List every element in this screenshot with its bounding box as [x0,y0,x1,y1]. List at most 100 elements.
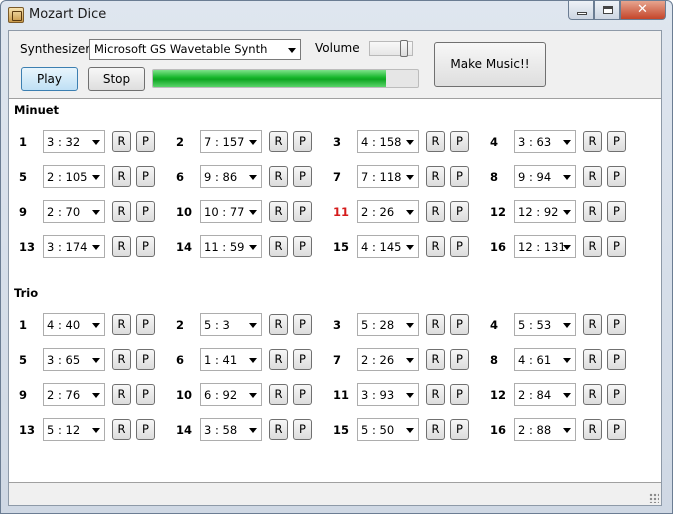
measure-select[interactable]: 3 : 58 [200,418,262,441]
reroll-button[interactable]: R [269,201,288,222]
measure-select[interactable]: 2 : 105 [43,165,105,188]
reroll-button[interactable]: R [426,236,445,257]
measure-select[interactable]: 2 : 70 [43,200,105,223]
volume-slider[interactable] [369,40,413,57]
reroll-button[interactable]: R [583,349,602,370]
measure-select[interactable]: 6 : 92 [200,383,262,406]
measure-select[interactable]: 3 : 174 [43,235,105,258]
reroll-button[interactable]: R [583,314,602,335]
measure-select[interactable]: 2 : 88 [514,418,576,441]
reroll-button[interactable]: R [269,236,288,257]
measure-select[interactable]: 1 : 41 [200,348,262,371]
reroll-button[interactable]: R [583,201,602,222]
reroll-button[interactable]: R [269,314,288,335]
measure-select[interactable]: 7 : 157 [200,130,262,153]
play-measure-button[interactable]: P [450,201,469,222]
play-measure-button[interactable]: P [450,166,469,187]
measure-select[interactable]: 4 : 61 [514,348,576,371]
play-measure-button[interactable]: P [450,384,469,405]
reroll-button[interactable]: R [269,384,288,405]
reroll-button[interactable]: R [112,236,131,257]
measure-select[interactable]: 2 : 26 [357,200,419,223]
measure-select[interactable]: 2 : 76 [43,383,105,406]
play-measure-button[interactable]: P [450,131,469,152]
measure-select[interactable]: 5 : 3 [200,313,262,336]
measure-select[interactable]: 5 : 53 [514,313,576,336]
measure-select[interactable]: 4 : 158 [357,130,419,153]
play-measure-button[interactable]: P [450,419,469,440]
reroll-button[interactable]: R [112,314,131,335]
play-measure-button[interactable]: P [607,419,626,440]
play-measure-button[interactable]: P [607,384,626,405]
reroll-button[interactable]: R [426,314,445,335]
reroll-button[interactable]: R [112,131,131,152]
measure-select[interactable]: 7 : 118 [357,165,419,188]
reroll-button[interactable]: R [112,349,131,370]
play-measure-button[interactable]: P [136,349,155,370]
play-measure-button[interactable]: P [136,419,155,440]
reroll-button[interactable]: R [583,131,602,152]
close-button[interactable]: ✕ [620,1,666,20]
play-measure-button[interactable]: P [450,236,469,257]
reroll-button[interactable]: R [269,419,288,440]
play-measure-button[interactable]: P [136,384,155,405]
measure-select[interactable]: 2 : 84 [514,383,576,406]
play-measure-button[interactable]: P [607,314,626,335]
play-measure-button[interactable]: P [136,201,155,222]
reroll-button[interactable]: R [269,349,288,370]
play-measure-button[interactable]: P [607,166,626,187]
measure-select[interactable]: 12 : 92 [514,200,576,223]
reroll-button[interactable]: R [269,166,288,187]
play-measure-button[interactable]: P [293,419,312,440]
reroll-button[interactable]: R [583,166,602,187]
play-measure-button[interactable]: P [293,166,312,187]
minimize-button[interactable] [568,1,594,20]
reroll-button[interactable]: R [112,201,131,222]
reroll-button[interactable]: R [426,131,445,152]
make-music-button[interactable]: Make Music!! [434,42,546,87]
measure-select[interactable]: 5 : 12 [43,418,105,441]
play-measure-button[interactable]: P [607,201,626,222]
play-button[interactable]: Play [21,67,78,91]
measure-select[interactable]: 12 : 131 [514,235,576,258]
play-measure-button[interactable]: P [450,349,469,370]
measure-select[interactable]: 2 : 26 [357,348,419,371]
synthesizer-select[interactable]: Microsoft GS Wavetable Synth [89,39,301,60]
reroll-button[interactable]: R [426,384,445,405]
play-measure-button[interactable]: P [450,314,469,335]
measure-select[interactable]: 10 : 77 [200,200,262,223]
play-measure-button[interactable]: P [136,166,155,187]
measure-select[interactable]: 5 : 50 [357,418,419,441]
reroll-button[interactable]: R [426,201,445,222]
volume-slider-thumb[interactable] [400,40,408,57]
measure-select[interactable]: 4 : 145 [357,235,419,258]
measure-select[interactable]: 3 : 63 [514,130,576,153]
reroll-button[interactable]: R [583,384,602,405]
play-measure-button[interactable]: P [293,236,312,257]
measure-select[interactable]: 9 : 86 [200,165,262,188]
measure-select[interactable]: 3 : 32 [43,130,105,153]
reroll-button[interactable]: R [426,419,445,440]
reroll-button[interactable]: R [112,419,131,440]
reroll-button[interactable]: R [269,131,288,152]
play-measure-button[interactable]: P [293,349,312,370]
measure-select[interactable]: 5 : 28 [357,313,419,336]
play-measure-button[interactable]: P [607,131,626,152]
measure-select[interactable]: 3 : 93 [357,383,419,406]
play-measure-button[interactable]: P [293,201,312,222]
reroll-button[interactable]: R [112,166,131,187]
measure-select[interactable]: 11 : 59 [200,235,262,258]
play-measure-button[interactable]: P [136,236,155,257]
play-measure-button[interactable]: P [293,314,312,335]
measure-select[interactable]: 4 : 40 [43,313,105,336]
stop-button[interactable]: Stop [88,67,145,91]
play-measure-button[interactable]: P [293,384,312,405]
reroll-button[interactable]: R [426,166,445,187]
measure-select[interactable]: 9 : 94 [514,165,576,188]
play-measure-button[interactable]: P [607,349,626,370]
reroll-button[interactable]: R [583,419,602,440]
resize-grip-icon[interactable] [649,493,659,503]
play-measure-button[interactable]: P [136,131,155,152]
play-measure-button[interactable]: P [136,314,155,335]
maximize-button[interactable] [594,1,620,20]
